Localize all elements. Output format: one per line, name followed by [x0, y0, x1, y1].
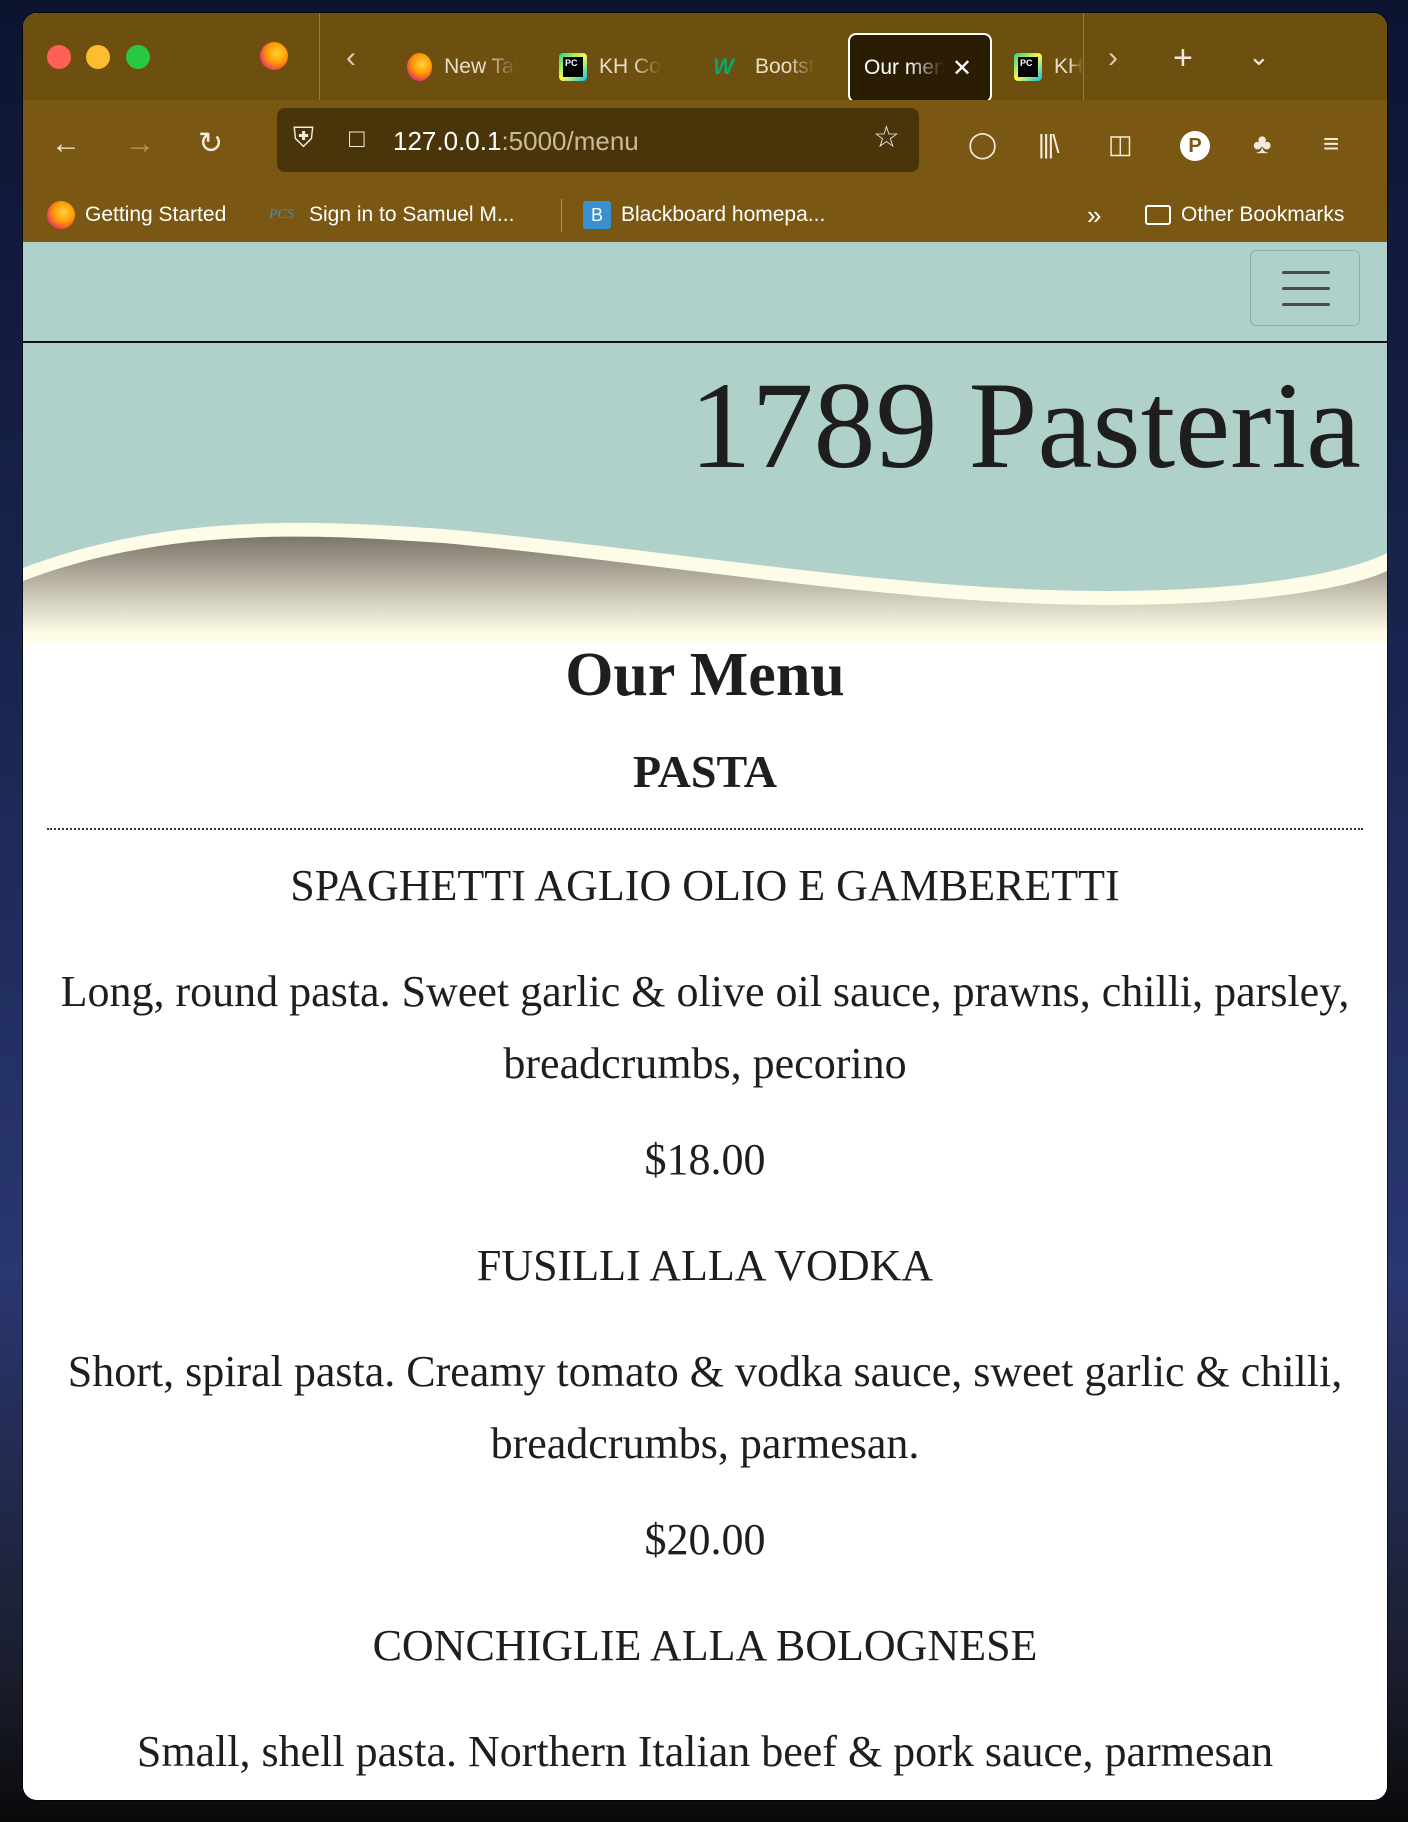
- tab-divider: [1083, 13, 1084, 100]
- url-host: 127.0.0.1: [393, 126, 502, 156]
- new-tab-icon[interactable]: +: [1173, 41, 1193, 75]
- pcs-icon: PCS: [269, 207, 294, 222]
- close-window-button[interactable]: [47, 45, 71, 69]
- item-name: CONCHIGLIE ALLA BOLOGNESE: [372, 1621, 1038, 1670]
- other-bookmarks-label: Other Bookmarks: [1181, 203, 1345, 226]
- page-icon[interactable]: □: [349, 123, 365, 153]
- tab-strip: ‹ New Tab KH Co W Bootst Our menu ✕ KH ›…: [23, 13, 1387, 103]
- bookmark-label: Blackboard homepa...: [621, 203, 826, 226]
- hamburger-bar: [1282, 303, 1330, 306]
- tab-label: KH: [1054, 55, 1084, 78]
- tab-label: KH Co: [599, 55, 661, 78]
- section-title-pasta: PASTA: [633, 746, 777, 797]
- firefox-icon: [407, 53, 433, 81]
- bookmark-sign-in-samuel[interactable]: PCS Sign in to Samuel M...: [269, 199, 514, 231]
- scroll-tabs-left-icon[interactable]: ‹: [346, 43, 356, 73]
- w3schools-icon: W: [713, 54, 734, 79]
- item-description: Small, shell pasta. Northern Italian bee…: [136, 1727, 1274, 1776]
- list-all-tabs-icon[interactable]: ⌄: [1248, 41, 1270, 71]
- profile-avatar[interactable]: P: [1180, 131, 1210, 161]
- browser-window: ‹ New Tab KH Co W Bootst Our menu ✕ KH ›…: [23, 13, 1387, 1800]
- url-path: :5000/menu: [501, 126, 639, 156]
- item-name: SPAGHETTI AGLIO OLIO E GAMBERETTI: [290, 861, 1120, 910]
- library-icon[interactable]: |||\: [1038, 129, 1059, 159]
- tab-bootstrap[interactable]: W Bootst: [713, 33, 849, 101]
- scroll-tabs-right-icon[interactable]: ›: [1108, 43, 1118, 73]
- hamburger-bar: [1282, 271, 1330, 274]
- tab-our-menu[interactable]: Our menu ✕: [848, 33, 992, 103]
- tab-new-tab[interactable]: New Tab: [407, 33, 517, 101]
- bookmark-getting-started[interactable]: Getting Started: [47, 199, 226, 231]
- pycharm-icon: [559, 53, 587, 81]
- url-text[interactable]: 127.0.0.1:5000/menu: [393, 126, 639, 157]
- navbar-toggler-button[interactable]: [1250, 250, 1360, 326]
- bookmark-separator: [561, 199, 562, 232]
- folder-icon: [1145, 205, 1171, 225]
- site-navbar: [23, 242, 1387, 343]
- pycharm-icon: [1014, 53, 1042, 81]
- close-tab-icon[interactable]: ✕: [952, 54, 972, 83]
- more-bookmarks-icon[interactable]: »: [1087, 199, 1101, 231]
- item-description: Long, round pasta. Sweet garlic & olive …: [60, 967, 1350, 1088]
- firefox-view-icon[interactable]: [260, 42, 288, 70]
- bookmark-blackboard[interactable]: B Blackboard homepa...: [583, 199, 825, 231]
- minimize-window-button[interactable]: [86, 45, 110, 69]
- menu-item: FUSILLI ALLA VODKA Short, spiral pasta. …: [23, 1186, 1387, 1566]
- url-bar[interactable]: ⛨ □ 127.0.0.1:5000/menu ☆: [277, 108, 919, 172]
- bookmark-star-icon[interactable]: ☆: [873, 123, 900, 153]
- blackboard-icon: B: [583, 201, 611, 229]
- menu-heading: Our Menu: [565, 641, 845, 709]
- item-price: $18.00: [644, 1135, 766, 1184]
- tab-kh-co[interactable]: KH Co: [559, 33, 689, 101]
- site-title: 1789 Pasteria: [689, 357, 1361, 494]
- app-menu-icon[interactable]: ≡: [1323, 129, 1339, 159]
- tab-kh[interactable]: KH: [1014, 33, 1086, 101]
- item-name: FUSILLI ALLA VODKA: [476, 1241, 934, 1290]
- tab-divider: [319, 13, 320, 100]
- back-icon[interactable]: ←: [51, 129, 81, 159]
- menu-section: Our Menu PASTA SPAGHETTI AGLIO OLIO E GA…: [23, 635, 1387, 1788]
- menu-item: CONCHIGLIE ALLA BOLOGNESE Small, shell p…: [23, 1566, 1387, 1788]
- hamburger-bar: [1282, 287, 1330, 290]
- item-description: Short, spiral pasta. Creamy tomato & vod…: [67, 1347, 1343, 1468]
- bookmark-label: Sign in to Samuel M...: [309, 203, 515, 226]
- menu-item: SPAGHETTI AGLIO OLIO E GAMBERETTI Long, …: [23, 830, 1387, 1186]
- reload-icon[interactable]: ↻: [198, 129, 223, 159]
- bookmarks-toolbar: Getting Started PCS Sign in to Samuel M.…: [23, 189, 1387, 243]
- other-bookmarks-folder[interactable]: Other Bookmarks: [1145, 199, 1344, 231]
- tab-label: New Tab: [444, 55, 517, 78]
- extensions-icon[interactable]: ♣: [1253, 129, 1271, 159]
- page-viewport: 1789 Pasteria Our Menu PASTA SPAGHETTI A…: [23, 242, 1387, 1800]
- forward-icon: →: [125, 127, 155, 160]
- item-price: $20.00: [644, 1515, 766, 1564]
- sidebar-icon[interactable]: ◫: [1108, 129, 1133, 159]
- hero-banner: 1789 Pasteria: [23, 343, 1387, 643]
- zoom-window-button[interactable]: [126, 45, 150, 69]
- firefox-icon: [47, 201, 75, 229]
- bookmark-label: Getting Started: [85, 203, 227, 226]
- tab-label: Bootst: [755, 55, 815, 78]
- tab-label: Our menu: [864, 56, 944, 79]
- shield-icon[interactable]: ⛨: [293, 123, 314, 153]
- pocket-icon[interactable]: ◯: [968, 129, 997, 159]
